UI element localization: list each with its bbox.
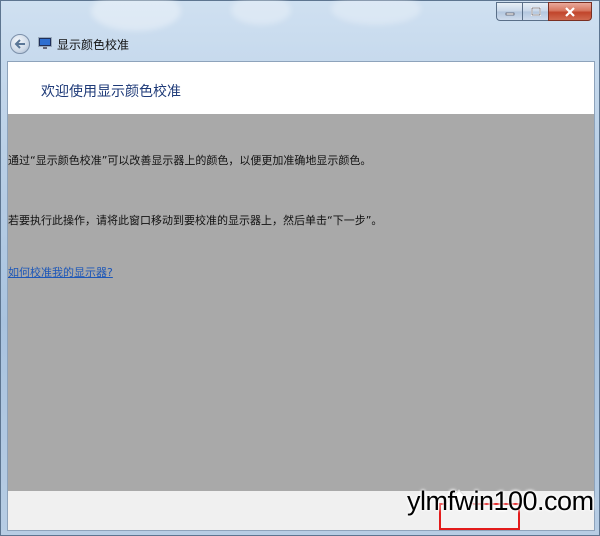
minimize-button[interactable] — [496, 2, 522, 21]
display-icon — [38, 37, 52, 49]
instruction-text: 若要执行此操作，请将此窗口移动到要校准的显示器上，然后单击“下一步”。 — [8, 214, 383, 227]
content-area: 通过“显示颜色校准”可以改善显示器上的颜色，以便更加准确地显示颜色。 若要执行此… — [8, 114, 594, 491]
window-frame: 显示颜色校准 欢迎使用显示颜色校准 通过“显示颜色校准”可以改善显示器上的颜色，… — [0, 0, 600, 536]
window-title: 显示颜色校准 — [57, 38, 130, 52]
maximize-icon — [530, 7, 541, 16]
back-arrow-icon — [14, 39, 25, 49]
help-link[interactable]: 如何校准我的显示器? — [8, 264, 113, 280]
client-area: 欢迎使用显示颜色校准 通过“显示颜色校准”可以改善显示器上的颜色，以便更加准确地… — [7, 61, 595, 531]
caption-buttons — [496, 2, 592, 21]
close-icon — [565, 6, 575, 17]
page-header: 欢迎使用显示颜色校准 — [8, 62, 594, 114]
watermark-text: ylmfwin100.com — [407, 486, 594, 516]
minimize-icon — [505, 12, 514, 15]
page-title: 欢迎使用显示颜色校准 — [41, 84, 181, 100]
maximize-button[interactable] — [522, 2, 548, 21]
close-button[interactable] — [548, 2, 592, 21]
description-text: 通过“显示颜色校准”可以改善显示器上的颜色，以便更加准确地显示颜色。 — [8, 154, 372, 167]
back-button[interactable] — [10, 34, 30, 54]
